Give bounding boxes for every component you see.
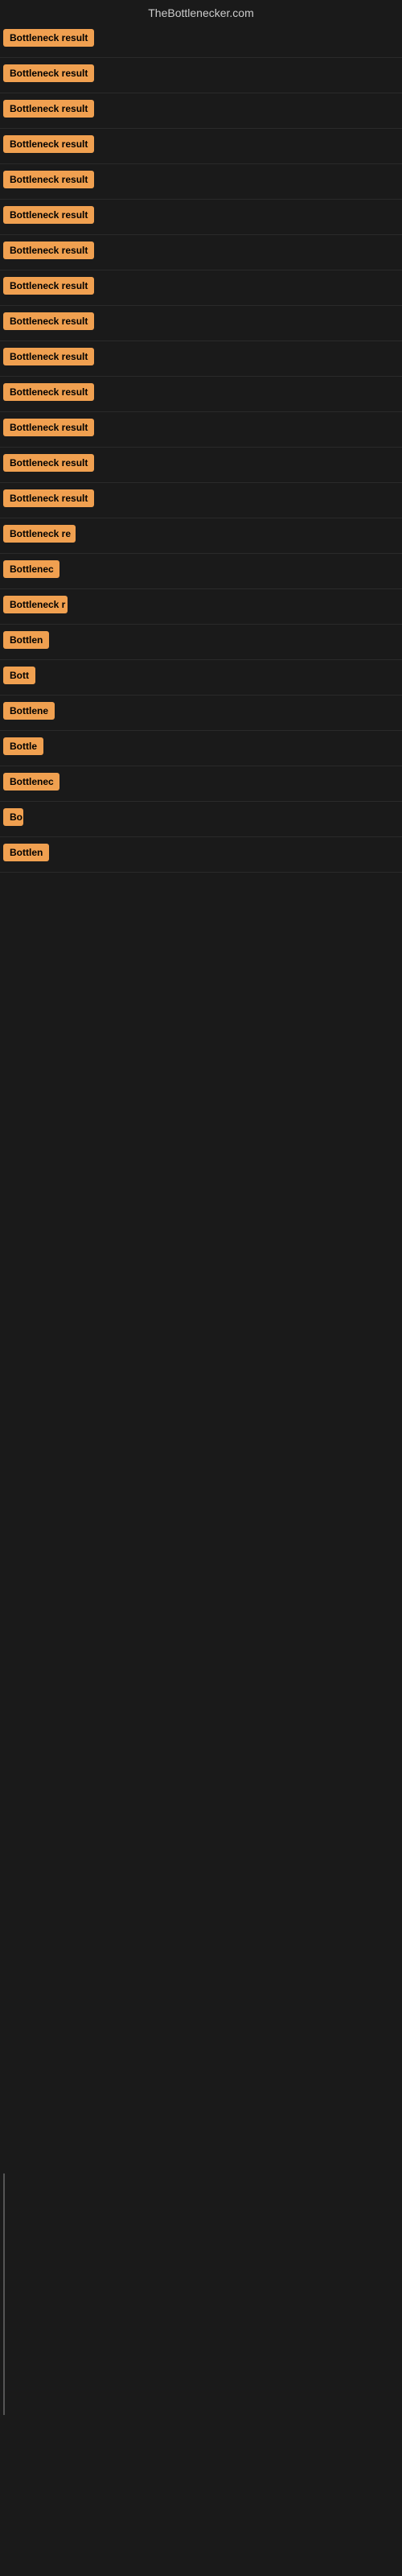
result-row: Bottlenec bbox=[0, 766, 402, 802]
result-row: Bottlen bbox=[0, 625, 402, 660]
result-row: Bottleneck result bbox=[0, 235, 402, 270]
bottleneck-badge[interactable]: Bottleneck result bbox=[3, 489, 94, 507]
bottleneck-badge[interactable]: Bottleneck re bbox=[3, 525, 76, 543]
bottleneck-badge[interactable]: Bottlenec bbox=[3, 560, 59, 578]
result-row: Bottle bbox=[0, 731, 402, 766]
bottleneck-badge[interactable]: Bottlenec bbox=[3, 773, 59, 791]
result-row: Bottleneck result bbox=[0, 483, 402, 518]
bottleneck-badge[interactable]: Bottlene bbox=[3, 702, 55, 720]
result-row: Bottleneck result bbox=[0, 129, 402, 164]
bottleneck-badge[interactable]: Bottleneck result bbox=[3, 312, 94, 330]
result-row: Bottleneck result bbox=[0, 377, 402, 412]
bottleneck-badge[interactable]: Bottleneck result bbox=[3, 135, 94, 153]
result-row: Bottleneck result bbox=[0, 270, 402, 306]
result-row: Bottlene bbox=[0, 696, 402, 731]
result-row: Bottleneck r bbox=[0, 589, 402, 625]
result-row: Bottleneck result bbox=[0, 412, 402, 448]
bottleneck-badge[interactable]: Bottleneck result bbox=[3, 64, 94, 82]
bottleneck-badge[interactable]: Bottleneck result bbox=[3, 419, 94, 436]
result-row: Bottleneck result bbox=[0, 200, 402, 235]
bottleneck-badge[interactable]: Bottle bbox=[3, 737, 43, 755]
bottleneck-badge[interactable]: Bottleneck r bbox=[3, 596, 68, 613]
bottleneck-badge[interactable]: Bo bbox=[3, 808, 23, 826]
bottleneck-badge[interactable]: Bott bbox=[3, 667, 35, 684]
bottleneck-badge[interactable]: Bottleneck result bbox=[3, 454, 94, 472]
bottleneck-badge[interactable]: Bottleneck result bbox=[3, 277, 94, 295]
site-title: TheBottlenecker.com bbox=[0, 0, 402, 23]
result-row: Bottleneck result bbox=[0, 93, 402, 129]
bottleneck-badge[interactable]: Bottleneck result bbox=[3, 171, 94, 188]
bottleneck-badge[interactable]: Bottleneck result bbox=[3, 29, 94, 47]
bottleneck-badge[interactable]: Bottleneck result bbox=[3, 100, 94, 118]
result-row: Bo bbox=[0, 802, 402, 837]
result-row: Bottleneck result bbox=[0, 448, 402, 483]
result-row: Bottleneck result bbox=[0, 23, 402, 58]
result-row: Bottleneck result bbox=[0, 306, 402, 341]
result-row: Bottleneck result bbox=[0, 58, 402, 93]
bottleneck-badge[interactable]: Bottleneck result bbox=[3, 348, 94, 365]
result-row: Bottleneck result bbox=[0, 164, 402, 200]
bottleneck-badge[interactable]: Bottlen bbox=[3, 844, 49, 861]
results-container: Bottleneck result Bottleneck result Bottle… bbox=[0, 23, 402, 873]
result-row: Bottleneck result bbox=[0, 341, 402, 377]
vertical-line bbox=[3, 2174, 5, 2415]
result-row: Bottlen bbox=[0, 837, 402, 873]
result-row: Bottleneck re bbox=[0, 518, 402, 554]
bottleneck-badge[interactable]: Bottleneck result bbox=[3, 206, 94, 224]
result-row: Bottlenec bbox=[0, 554, 402, 589]
result-row: Bott bbox=[0, 660, 402, 696]
bottleneck-badge[interactable]: Bottleneck result bbox=[3, 383, 94, 401]
bottleneck-badge[interactable]: Bottleneck result bbox=[3, 242, 94, 259]
bottleneck-badge[interactable]: Bottlen bbox=[3, 631, 49, 649]
